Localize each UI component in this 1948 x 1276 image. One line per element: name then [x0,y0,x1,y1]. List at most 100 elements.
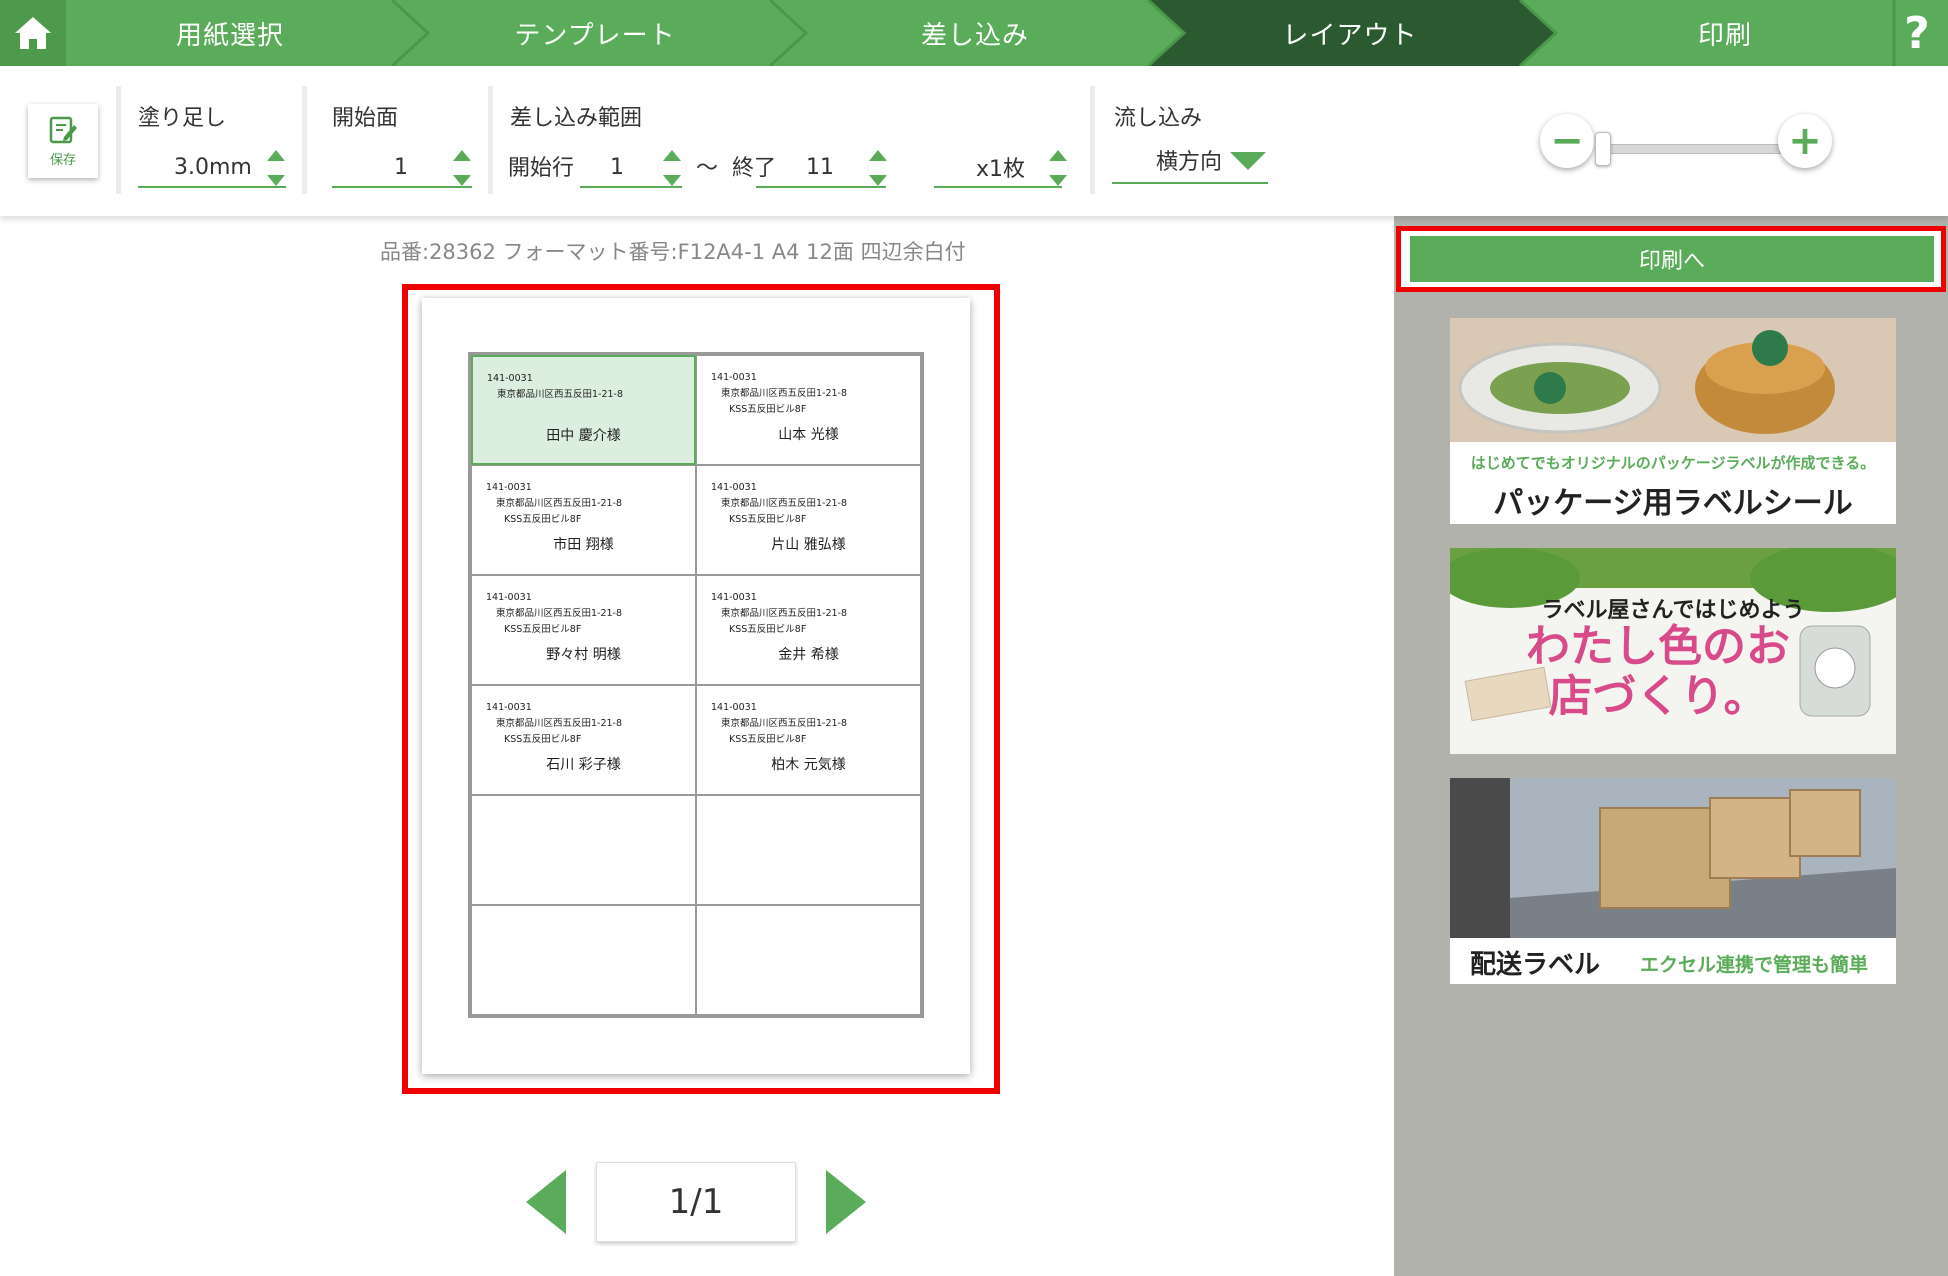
label-building [505,402,694,414]
range-separator: 〜 [696,156,719,181]
step-template[interactable]: テンプレート [420,0,770,66]
start-row-value: 1 [610,154,624,180]
label-cell[interactable]: 141-0031 東京都品川区西五反田1-21-8 KSS五反田ビル8F 石川 彩子様 [471,685,696,795]
label-cell[interactable]: 141-0031 東京都品川区西五反田1-21-8 KSS五反田ビル8F 山本 光様 [696,355,921,465]
start-face-stepper[interactable] [452,150,472,186]
label-recipient-name: 野々村 明様 [546,647,621,663]
label-cell[interactable]: 141-0031 東京都品川区西五反田1-21-8 KSS五反田ビル8F 市田 翔様 [471,465,696,575]
save-button[interactable]: 保存 [28,104,98,178]
bleed-stepper[interactable] [266,150,286,186]
next-page-button[interactable] [826,1170,866,1234]
banner-shipping-label[interactable]: 配送ラベル エクセル連携で管理も簡単 [1450,778,1896,984]
zoom-in-button[interactable]: + [1778,114,1832,168]
page-indicator: 1/1 [596,1162,796,1242]
label-cell[interactable]: 141-0031 東京都品川区西五反田1-21-8 田中 慶介様 [471,355,696,465]
bleed-field[interactable]: 3.0mm [138,148,286,188]
arrow-down-icon[interactable] [453,175,471,186]
label-recipient-name: 金井 希様 [778,647,839,663]
start-face-field[interactable]: 1 [332,148,472,188]
label-building [729,814,920,826]
flow-select[interactable]: 横方向 [1112,138,1268,184]
label-recipient-name: 山本 光様 [778,427,839,443]
arrow-up-icon[interactable] [869,150,887,161]
arrow-down-icon[interactable] [267,175,285,186]
label-building [504,814,695,826]
step-paper-select[interactable]: 用紙選択 [68,0,392,66]
label-cell[interactable] [471,905,696,1015]
step-label: 用紙選択 [175,20,284,51]
label-address: 東京都品川区西五反田1-21-8 [721,718,848,729]
arrow-down-icon[interactable] [869,175,887,186]
label-cell[interactable] [696,795,921,905]
label-building: KSS五反田ビル8F [504,514,582,525]
label-address: 東京都品川区西五反田1-21-8 [721,388,848,399]
label-cell[interactable] [696,905,921,1015]
save-label: 保存 [49,152,76,168]
banner-title: わたし色のお店づくり。 [1526,621,1790,722]
copies-stepper[interactable] [1048,150,1068,186]
arrow-down-icon[interactable] [663,175,681,186]
help-button[interactable]: ? [1886,0,1948,66]
label-recipient-name: 田中 慶介様 [546,428,621,444]
label-cell[interactable]: 141-0031 東京都品川区西五反田1-21-8 KSS五反田ビル8F 片山 雅弘様 [696,465,921,575]
label-address: 東京都品川区西五反田1-21-8 [496,608,623,619]
copies-field[interactable]: x1枚 [934,148,1062,188]
label-building: KSS五反田ビル8F [729,734,807,745]
step-merge[interactable]: 差し込み [800,0,1150,66]
label-address: 東京都品川区西五反田1-21-8 [496,718,623,729]
label-building: KSS五反田ビル8F [504,624,582,635]
step-label: テンプレート [514,20,676,51]
label-cell[interactable]: 141-0031 東京都品川区西五反田1-21-8 KSS五反田ビル8F 金井 希様 [696,575,921,685]
start-row-stepper[interactable] [662,150,682,186]
label-building: KSS五反田ビル8F [729,404,807,415]
format-info: 品番:28362 フォーマット番号:F12A4-1 A4 12面 四辺余白付 [380,240,966,264]
go-to-print-button[interactable]: 印刷へ [1410,236,1934,282]
arrow-down-icon[interactable] [1049,175,1067,186]
minus-icon: − [1550,118,1584,164]
step-label: 差し込み [920,20,1029,51]
end-row-field[interactable]: 11 [756,148,886,188]
label-building: KSS五反田ビル8F [729,514,807,525]
banner-shop-label[interactable]: ラベル屋さんではじめよう わたし色のお店づくり。 [1450,548,1896,754]
label-building [504,924,695,936]
start-face-value: 1 [394,154,408,180]
label-address: 東京都品川区西五反田1-21-8 [496,498,623,509]
label-building: KSS五反田ビル8F [729,624,807,635]
label-cell[interactable]: 141-0031 東京都品川区西五反田1-21-8 KSS五反田ビル8F 柏木 元気様 [696,685,921,795]
banner-package-label[interactable]: はじめてでもオリジナルのパッケージラベルが作成できる。 パッケージ用ラベルシール [1450,318,1896,524]
divider [1090,86,1095,194]
arrow-up-icon[interactable] [663,150,681,161]
merge-range-label: 差し込み範囲 [510,106,643,131]
chevron-down-icon [1230,152,1266,170]
print-button-label: 印刷へ [1638,249,1705,274]
banner-subtitle: ラベル屋さんではじめよう [1541,598,1805,623]
label-recipient-name: 柏木 元気様 [771,757,846,773]
label-recipient-name: 片山 雅弘様 [771,537,846,553]
label-grid: 141-0031 東京都品川区西五反田1-21-8 田中 慶介様 141-0031 東京… [468,352,924,1018]
label-cell[interactable]: 141-0031 東京都品川区西五反田1-21-8 KSS五反田ビル8F 野々村 明様 [471,575,696,685]
divider [116,86,121,194]
label-postal-code: 141-0031 [711,592,757,603]
label-address: 東京都品川区西五反田1-21-8 [721,498,848,509]
zoom-slider[interactable] [1600,144,1782,154]
zoom-out-button[interactable]: − [1540,114,1594,168]
label-postal-code: 141-0031 [711,372,757,383]
prev-page-button[interactable] [526,1170,566,1234]
step-print[interactable]: 印刷 [1556,0,1894,66]
label-postal-code: 141-0031 [711,702,757,713]
end-row-stepper[interactable] [868,150,888,186]
plus-icon: + [1788,118,1822,164]
arrow-up-icon[interactable] [1049,150,1067,161]
banner-subtitle: エクセル連携で管理も簡単 [1640,954,1869,976]
arrow-up-icon[interactable] [453,150,471,161]
banner-subtitle: はじめてでもオリジナルのパッケージラベルが作成できる。 [1470,454,1876,472]
divider [488,86,493,194]
step-layout[interactable]: レイアウト [1180,0,1520,66]
label-postal-code: 141-0031 [711,482,757,493]
end-row-value: 11 [806,154,834,180]
label-postal-code: 141-0031 [487,373,533,384]
zoom-slider-handle[interactable] [1595,132,1611,166]
arrow-up-icon[interactable] [267,150,285,161]
flow-label: 流し込み [1114,106,1203,131]
label-cell[interactable] [471,795,696,905]
